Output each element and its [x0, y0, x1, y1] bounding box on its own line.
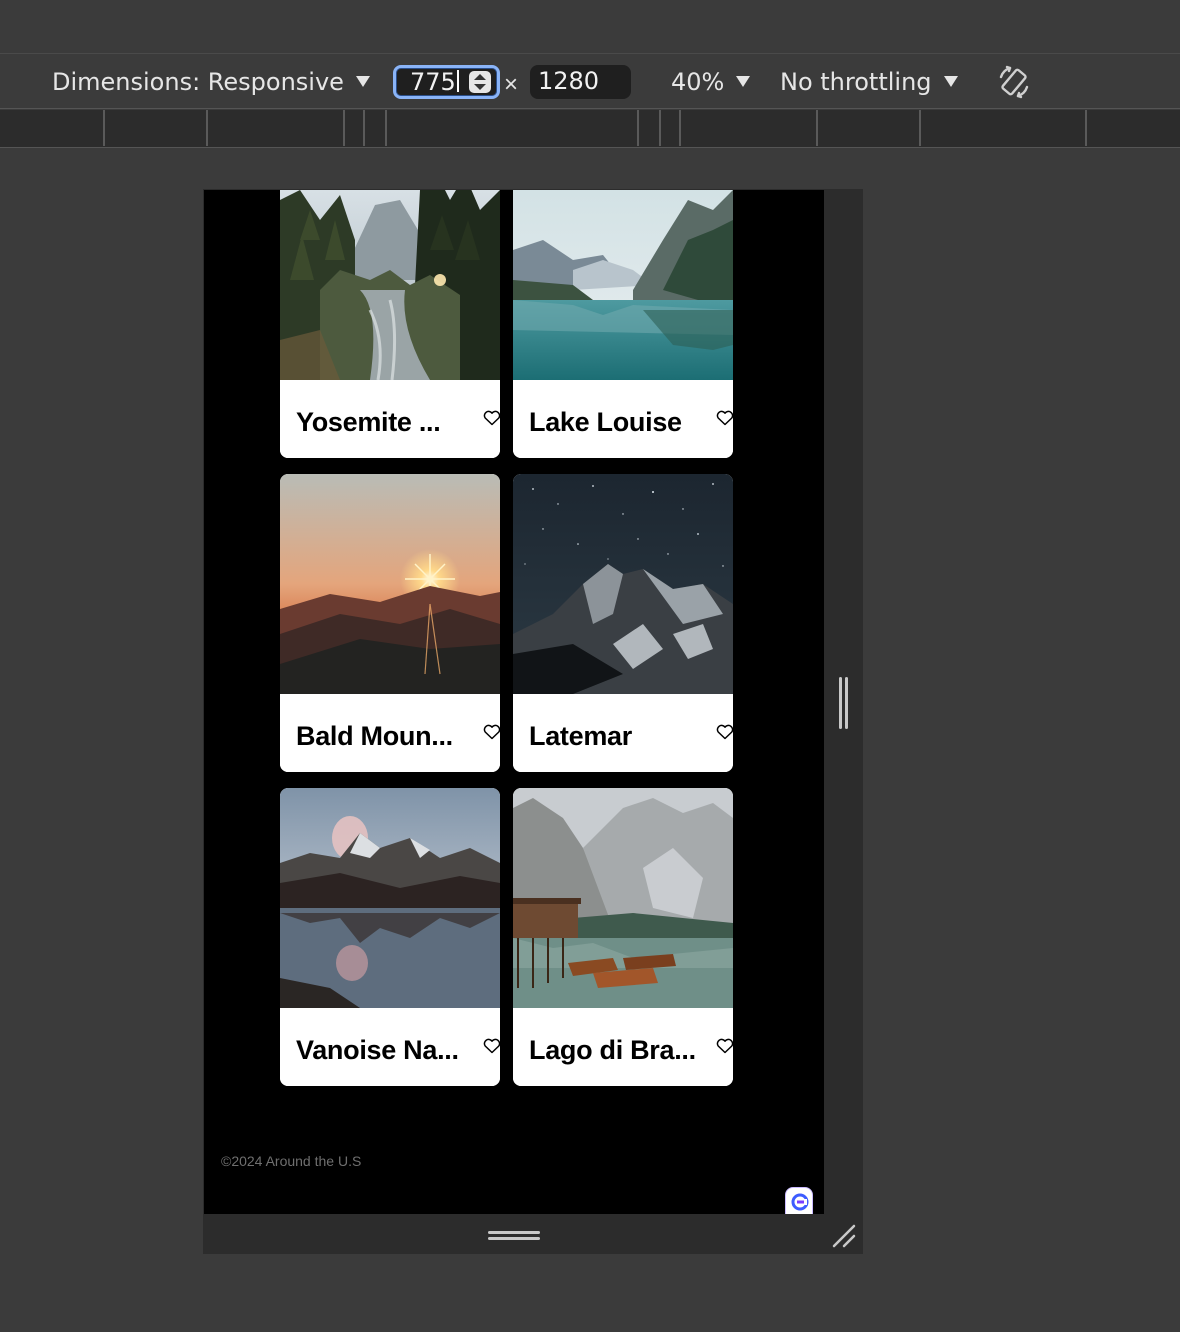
card-title: Lago di Bra...: [529, 1035, 696, 1065]
card-image[interactable]: [513, 788, 733, 1008]
heart-icon[interactable]: [716, 724, 733, 740]
place-card: Lago di Bra...: [513, 788, 733, 1086]
card-footer: Latemar: [513, 694, 733, 772]
media-query-bar: [0, 110, 1180, 148]
place-card: Vanoise Na...: [280, 788, 500, 1086]
caret-down-icon: [943, 76, 958, 87]
stepper-icon[interactable]: [469, 71, 491, 93]
card-footer: Lago di Bra...: [513, 1008, 733, 1086]
zoom-label: 40%: [671, 68, 725, 96]
heart-icon[interactable]: [716, 410, 733, 426]
dimensions-label: Dimensions: Responsive: [52, 68, 344, 96]
card-image[interactable]: [280, 788, 500, 1008]
heart-icon[interactable]: [716, 1038, 733, 1054]
resize-handle-right[interactable]: [838, 677, 850, 729]
card-title: Yosemite ...: [296, 407, 441, 437]
page-viewport[interactable]: Yosemite ... Lake Louise Bald Moun... La…: [204, 190, 824, 1214]
ruler-tick[interactable]: [103, 110, 105, 146]
card-title: Latemar: [529, 721, 632, 751]
ruler-tick[interactable]: [679, 110, 681, 146]
card-footer: Bald Moun...: [280, 694, 500, 772]
ruler-tick[interactable]: [343, 110, 345, 146]
heart-icon[interactable]: [483, 410, 500, 426]
card-title: Bald Moun...: [296, 721, 453, 751]
zoom-dropdown[interactable]: 40%: [671, 68, 751, 96]
card-image[interactable]: [280, 190, 500, 380]
caret-down-icon: [355, 76, 370, 87]
card-title: Lake Louise: [529, 407, 682, 437]
width-value: 775: [410, 68, 456, 96]
text-cursor: [457, 70, 459, 92]
ruler-tick[interactable]: [637, 110, 639, 146]
heart-icon[interactable]: [483, 724, 500, 740]
throttling-dropdown[interactable]: No throttling: [780, 69, 958, 95]
footer-copyright: ©2024 Around the U.S: [221, 1153, 362, 1169]
resize-handle-bottom[interactable]: [488, 1230, 540, 1242]
heart-icon[interactable]: [483, 1038, 500, 1054]
rotate-icon[interactable]: [996, 64, 1032, 100]
extension-icon[interactable]: [785, 1187, 813, 1214]
times-icon: ×: [504, 71, 519, 98]
ruler-tick[interactable]: [385, 110, 387, 146]
caret-down-icon: [736, 76, 751, 87]
ruler-tick[interactable]: [919, 110, 921, 146]
devtools-top-strip: [0, 0, 1180, 54]
card-footer: Vanoise Na...: [280, 1008, 500, 1086]
ruler-tick[interactable]: [659, 110, 661, 146]
device-toolbar: Dimensions: Responsive 775 × 1280 40% No…: [0, 55, 1180, 109]
place-card: Latemar: [513, 474, 733, 772]
ruler-tick[interactable]: [816, 110, 818, 146]
card-image[interactable]: [280, 474, 500, 694]
place-card: Bald Moun...: [280, 474, 500, 772]
card-title: Vanoise Na...: [296, 1035, 459, 1065]
height-input[interactable]: 1280: [530, 65, 631, 99]
ruler-tick[interactable]: [363, 110, 365, 146]
ruler-tick[interactable]: [206, 110, 208, 146]
card-footer: Yosemite ...: [280, 380, 500, 458]
dimensions-dropdown[interactable]: Dimensions: Responsive: [52, 69, 370, 95]
card-footer: Lake Louise: [513, 380, 733, 458]
width-input[interactable]: 775: [393, 65, 500, 99]
device-frame: Yosemite ... Lake Louise Bald Moun... La…: [203, 189, 863, 1254]
resize-corner-icon[interactable]: [830, 1222, 856, 1248]
height-value: 1280: [538, 67, 600, 95]
place-card: Yosemite ...: [280, 190, 500, 458]
ruler-tick[interactable]: [1085, 110, 1087, 146]
card-image[interactable]: [513, 474, 733, 694]
card-image[interactable]: [513, 190, 733, 380]
place-card: Lake Louise: [513, 190, 733, 458]
throttling-label: No throttling: [780, 68, 932, 96]
